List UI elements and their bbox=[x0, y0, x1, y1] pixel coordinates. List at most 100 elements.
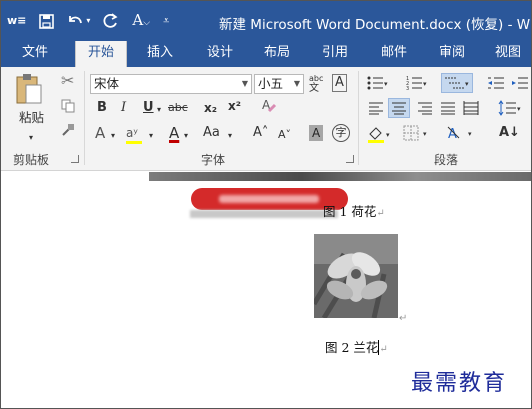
chevron-down-icon: ▼ bbox=[293, 79, 300, 88]
svg-text:▾: ▾ bbox=[468, 130, 472, 138]
change-case-dropdown-icon[interactable]: ▾ bbox=[228, 127, 232, 145]
svg-text:▾: ▾ bbox=[423, 130, 427, 138]
save-icon[interactable] bbox=[39, 13, 55, 29]
tab-mailings[interactable]: 邮件 bbox=[371, 41, 417, 67]
change-case-button[interactable]: Aa bbox=[203, 124, 220, 142]
numbering-icon[interactable]: 1 2 3 ▾ bbox=[406, 75, 428, 97]
paste-label[interactable]: 粘贴 bbox=[19, 109, 44, 127]
highlight-color-button[interactable]: aʸ bbox=[126, 124, 142, 144]
tab-insert[interactable]: 插入 bbox=[137, 41, 183, 67]
caption-text: 图 1 荷花 bbox=[323, 204, 377, 219]
watermark-text: 最需教育 bbox=[411, 371, 508, 396]
cut-icon[interactable]: ✂ bbox=[61, 72, 74, 90]
svg-text:▾: ▾ bbox=[423, 80, 427, 88]
font-group-label: 字体 bbox=[201, 153, 226, 167]
clipboard-launcher-icon[interactable] bbox=[71, 155, 79, 163]
underline-dropdown-icon[interactable]: ▾ bbox=[157, 101, 161, 119]
figure-caption[interactable]: 图 1 荷花↵ bbox=[323, 201, 385, 220]
grow-font-button[interactable]: A˄ bbox=[253, 124, 268, 142]
tab-file[interactable]: 文件 bbox=[11, 41, 59, 67]
text-effects-dropdown-icon[interactable]: ▾ bbox=[111, 127, 115, 145]
font-color-dropdown-icon[interactable]: ▾ bbox=[184, 127, 188, 145]
blurred-text bbox=[190, 210, 338, 218]
distributed-icon[interactable] bbox=[463, 101, 479, 121]
paragraph-mark: ↵ bbox=[399, 313, 408, 324]
figure-caption[interactable]: 图 2 兰花↵ bbox=[325, 337, 388, 356]
quick-access-toolbar: w≡ ▾ A⌵ ⩡ bbox=[7, 10, 182, 32]
justify-icon[interactable] bbox=[440, 101, 456, 121]
svg-text:▾: ▾ bbox=[465, 80, 469, 88]
document-title: 新建 Microsoft Word Document.docx (恢复) - W bbox=[219, 17, 531, 33]
svg-text:▾: ▾ bbox=[517, 105, 521, 113]
undo-icon[interactable] bbox=[67, 14, 83, 28]
paragraph-mark: ↵ bbox=[376, 208, 385, 219]
word-app-icon: w≡ bbox=[7, 14, 27, 27]
tab-review[interactable]: 审阅 bbox=[429, 41, 475, 67]
font-color-button[interactable]: A bbox=[169, 124, 179, 142]
shrink-font-button[interactable]: A˅ bbox=[278, 126, 291, 144]
format-painter-icon[interactable] bbox=[61, 123, 75, 143]
paste-icon bbox=[16, 74, 42, 104]
subscript-button[interactable]: x₂ bbox=[204, 99, 217, 117]
caption-text: 图 2 兰花 bbox=[325, 340, 379, 355]
font-name-combo[interactable]: 宋体 ▼ bbox=[90, 74, 252, 94]
tab-layout[interactable]: 布局 bbox=[254, 41, 300, 67]
asian-layout-icon[interactable]: A ▾ bbox=[447, 124, 477, 148]
underline-button[interactable]: U bbox=[143, 99, 154, 117]
enclose-characters-button[interactable]: 字 bbox=[332, 124, 350, 142]
highlight-dropdown-icon[interactable]: ▾ bbox=[149, 127, 153, 145]
paste-dropdown-icon[interactable]: ▾ bbox=[29, 129, 33, 147]
strikethrough-button[interactable]: abc bbox=[168, 99, 188, 117]
group-divider bbox=[84, 71, 85, 165]
superscript-button[interactable]: x² bbox=[228, 97, 241, 115]
redo-icon[interactable] bbox=[103, 13, 119, 29]
chevron-down-icon: ▼ bbox=[241, 79, 248, 88]
multilevel-list-icon[interactable]: ▾ bbox=[441, 73, 473, 93]
font-size-value: 小五 bbox=[258, 76, 284, 91]
svg-text:▾: ▾ bbox=[386, 131, 390, 139]
blurred-text bbox=[219, 195, 319, 203]
bold-button[interactable]: B bbox=[97, 99, 107, 117]
ribbon: 粘贴 ▾ ✂ 剪贴板 宋体 ▼ 小五 ▼ abc 文 A B I U ▾ abc… bbox=[1, 67, 531, 171]
highlight-icon: aʸ bbox=[126, 126, 138, 140]
character-shading-button[interactable]: A bbox=[309, 125, 324, 141]
svg-text:▾: ▾ bbox=[384, 80, 388, 88]
decrease-indent-icon[interactable] bbox=[487, 75, 505, 97]
paste-button[interactable] bbox=[15, 73, 43, 111]
bullets-icon[interactable]: ▾ bbox=[367, 75, 389, 97]
svg-text:3: 3 bbox=[406, 86, 409, 91]
line-spacing-icon[interactable]: ▾ bbox=[498, 100, 522, 122]
ribbon-tabs: 文件 开始 插入 设计 布局 引用 邮件 审阅 视图 bbox=[1, 41, 531, 67]
increase-indent-icon[interactable] bbox=[511, 75, 529, 97]
character-border-button[interactable]: A bbox=[332, 74, 347, 92]
clipboard-group-label: 剪贴板 bbox=[13, 153, 50, 167]
italic-button[interactable]: I bbox=[121, 99, 126, 117]
font-size-combo[interactable]: 小五 ▼ bbox=[254, 74, 304, 94]
tab-home[interactable]: 开始 bbox=[75, 41, 127, 67]
paragraph-mark: ↵ bbox=[379, 344, 388, 355]
font-name-value: 宋体 bbox=[94, 76, 120, 91]
align-center-icon[interactable] bbox=[388, 98, 410, 118]
image-fragment bbox=[149, 172, 531, 181]
font-color-qat-glyph: A bbox=[132, 10, 144, 29]
copy-icon[interactable] bbox=[61, 99, 75, 119]
document-canvas[interactable]: 图 1 荷花↵ ↵ 图 2 兰花↵ 最需教育 bbox=[1, 172, 531, 408]
sort-button[interactable]: A↓ bbox=[499, 124, 520, 142]
phonetic-guide-button[interactable]: abc 文 bbox=[309, 74, 323, 94]
undo-dropdown-icon[interactable]: ▾ bbox=[86, 10, 90, 32]
text-effects-button[interactable]: A bbox=[95, 124, 105, 142]
font-color-qat-icon[interactable]: A⌵ bbox=[132, 9, 150, 34]
orchid-image bbox=[314, 234, 398, 318]
font-launcher-icon[interactable] bbox=[346, 155, 354, 163]
paragraph-group-label: 段落 bbox=[434, 153, 459, 167]
orchid-photo[interactable] bbox=[314, 234, 398, 318]
align-left-icon[interactable] bbox=[368, 101, 384, 121]
borders-icon[interactable]: ▾ bbox=[403, 125, 431, 147]
tab-references[interactable]: 引用 bbox=[312, 41, 358, 67]
align-right-icon[interactable] bbox=[417, 101, 433, 121]
shading-icon[interactable]: ▾ bbox=[367, 125, 395, 149]
tab-view[interactable]: 视图 bbox=[485, 41, 531, 67]
customize-qat-icon[interactable]: ⩡ bbox=[163, 10, 169, 32]
tab-design[interactable]: 设计 bbox=[197, 41, 243, 67]
clear-formatting-icon[interactable]: A bbox=[261, 97, 277, 119]
